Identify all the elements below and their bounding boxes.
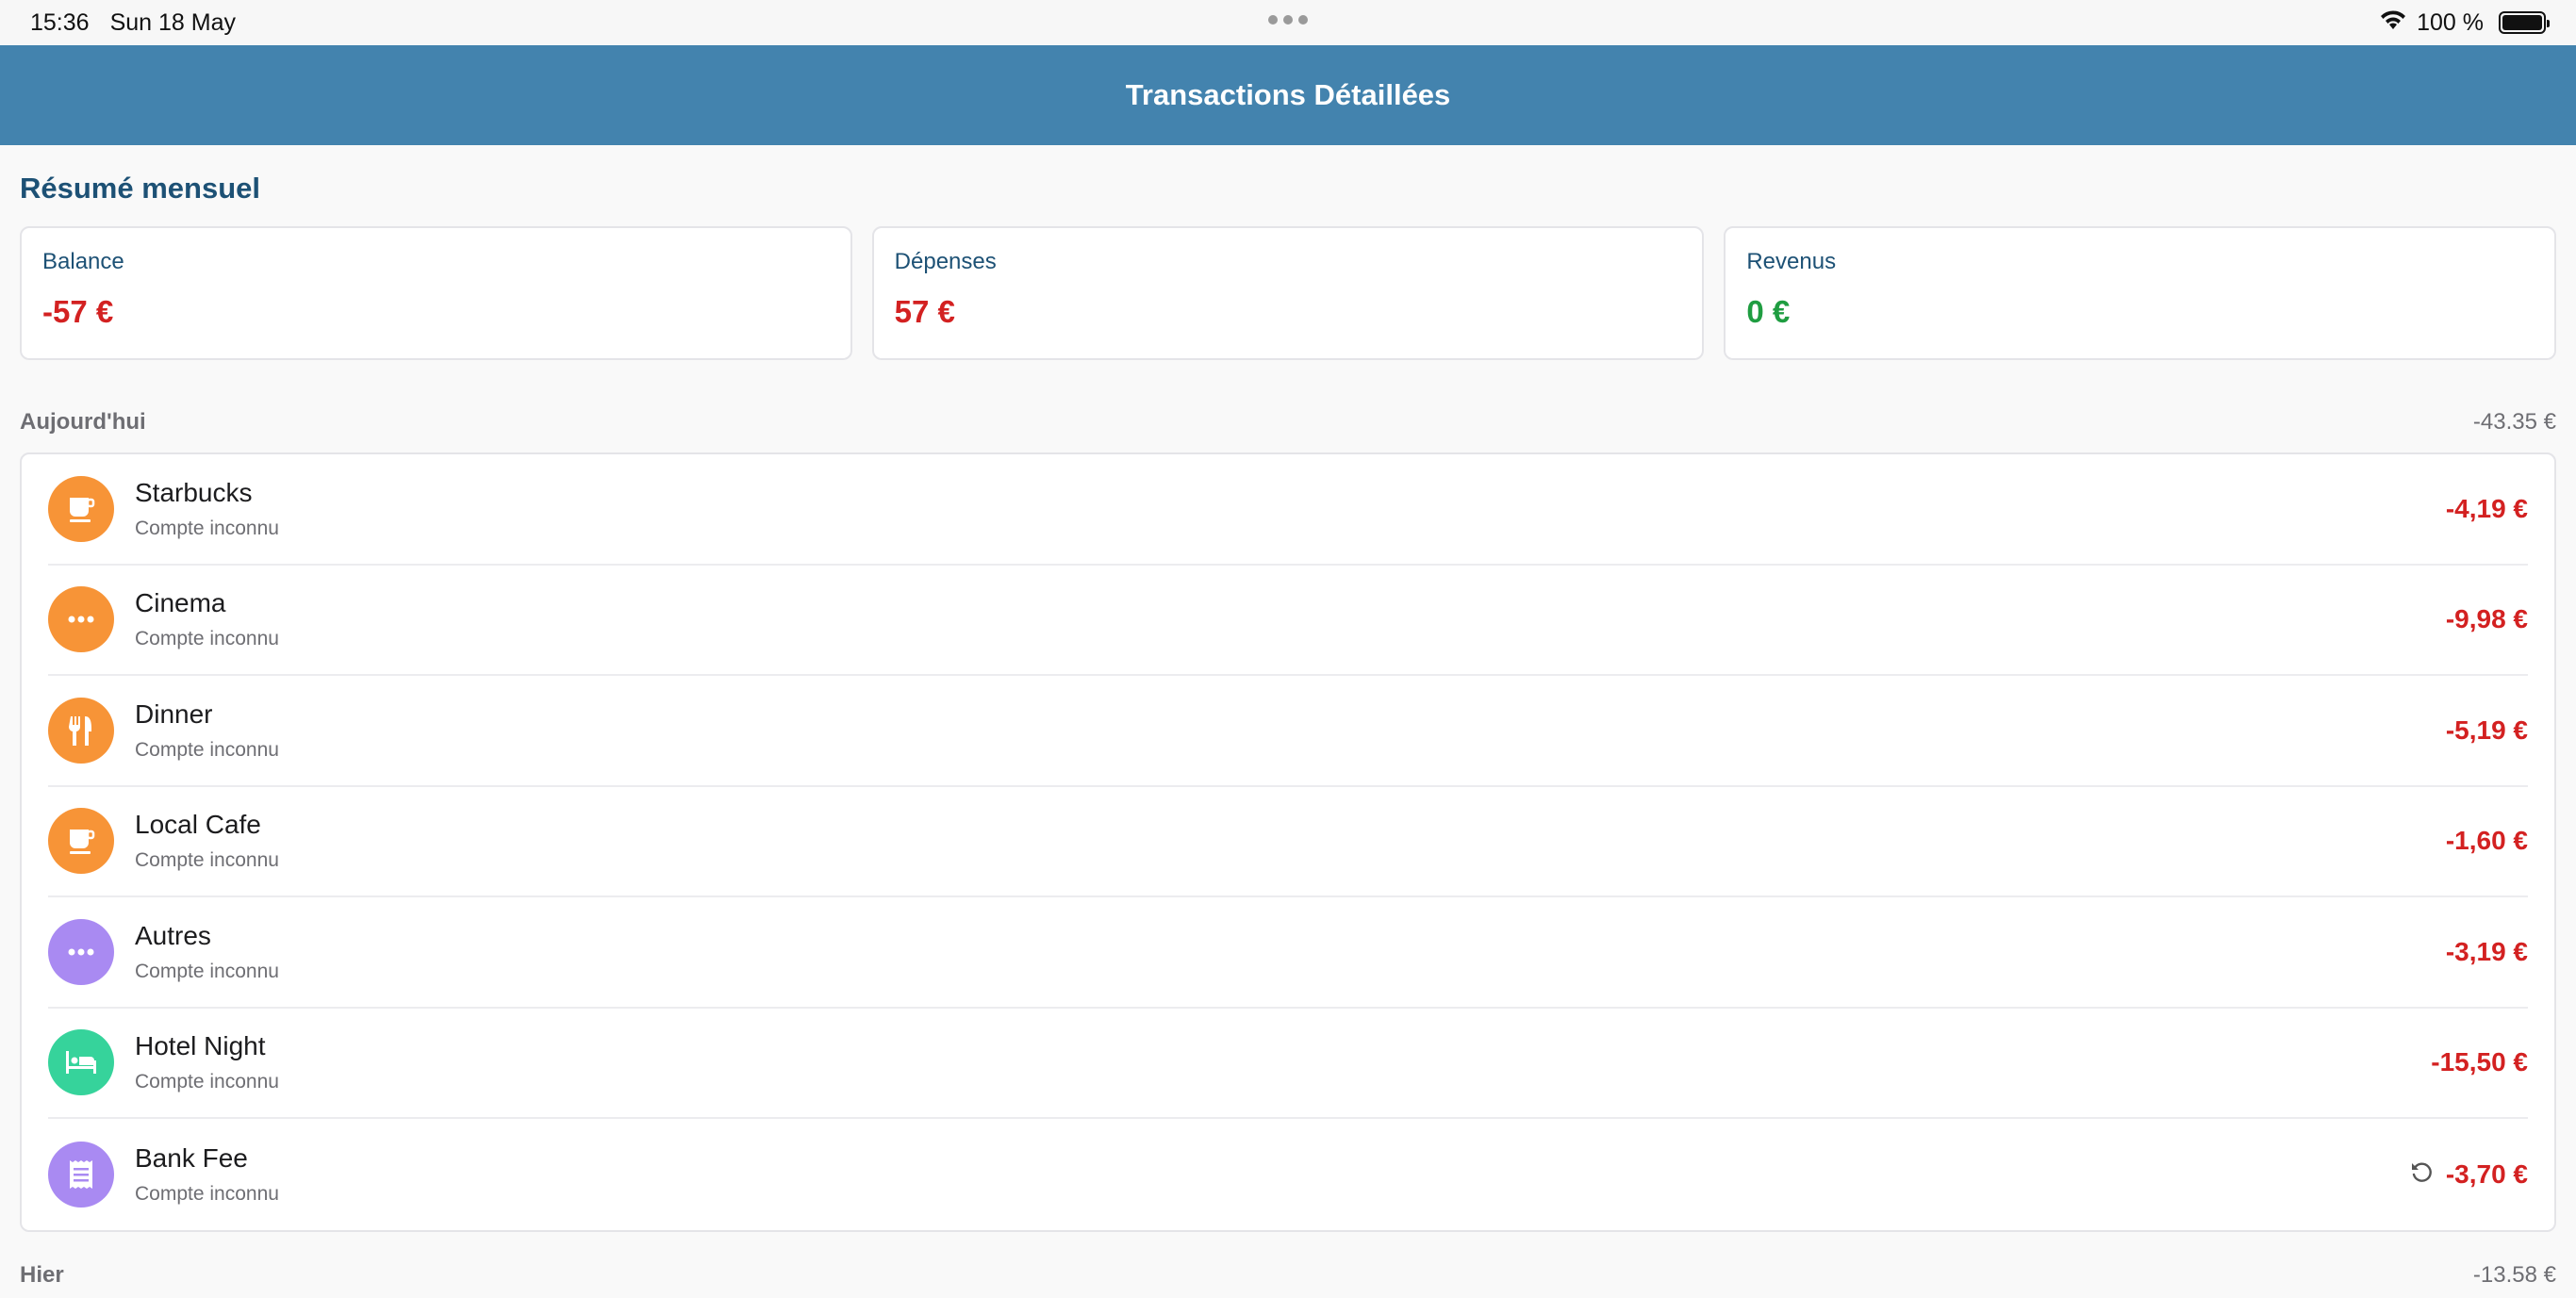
transaction-account: Compte inconnu (135, 960, 279, 982)
transaction-amount: -4,19 € (2445, 493, 2528, 523)
page-title: Transactions Détaillées (1125, 78, 1451, 111)
transaction-row[interactable]: Autres Compte inconnu -3,19 € (48, 897, 2528, 1009)
recurring-icon (2408, 1158, 2435, 1190)
transaction-amount: -3,70 € (2445, 1158, 2528, 1189)
day-label: Hier (20, 1261, 64, 1288)
day-total: -13.58 € (2472, 1261, 2556, 1288)
transaction-amount: -9,98 € (2445, 604, 2528, 634)
transaction-account: Compte inconnu (135, 738, 279, 761)
status-bar: 15:36 Sun 18 May 100 % (0, 0, 2576, 45)
status-time: 15:36 (30, 8, 90, 36)
transaction-account: Compte inconnu (135, 1182, 279, 1205)
transaction-row[interactable]: Cinema Compte inconnu -9,98 € (48, 566, 2528, 676)
summary-card-label: Revenus (1746, 249, 1837, 274)
transaction-amount: -3,19 € (2445, 936, 2528, 966)
transaction-account: Compte inconnu (135, 628, 279, 650)
more-icon (48, 918, 114, 985)
transaction-name: Hotel Night (135, 1031, 266, 1061)
day-label: Aujourd'hui (20, 409, 146, 435)
more-icon (48, 586, 114, 653)
transaction-account: Compte inconnu (135, 849, 279, 872)
transaction-name: Local Cafe (135, 810, 261, 840)
summary-card-value: -57 € (42, 294, 114, 329)
transaction-row[interactable]: Starbucks Compte inconnu -4,19 € (48, 454, 2528, 566)
multitasking-dots-icon[interactable] (1268, 15, 1308, 25)
day-total: -43.35 € (2472, 409, 2556, 435)
summary-title: Résumé mensuel (20, 172, 260, 205)
bed-icon (48, 1029, 114, 1096)
transaction-row[interactable]: Local Cafe Compte inconnu -1,60 € (48, 787, 2528, 897)
coffee-icon (48, 475, 114, 542)
transaction-row[interactable]: Bank Fee Compte inconnu -3,70 € (48, 1119, 2528, 1230)
navigation-bar: Transactions Détaillées (0, 45, 2576, 145)
transaction-account: Compte inconnu (135, 517, 279, 539)
transaction-amount: -15,50 € (2431, 1047, 2528, 1077)
battery-percentage: 100 % (2417, 8, 2484, 36)
fork-knife-icon (48, 697, 114, 764)
transaction-row[interactable]: Hotel Night Compte inconnu -15,50 € (48, 1009, 2528, 1119)
transaction-list: Starbucks Compte inconnu -4,19 € Cinema … (20, 452, 2556, 1232)
day-header-today: Aujourd'hui -43.35 € (20, 409, 2556, 435)
day-header-yesterday: Hier -13.58 € (20, 1262, 2556, 1289)
summary-card-value: 0 € (1746, 294, 1791, 329)
transaction-name: Autres (135, 920, 211, 950)
coffee-icon (48, 808, 114, 875)
battery-icon (2499, 11, 2550, 34)
summary-card-label: Balance (42, 249, 124, 274)
transaction-name: Cinema (135, 588, 226, 618)
summary-cards: Balance -57 € Dépenses 57 € Revenus 0 € (20, 226, 2557, 360)
summary-card-expenses: Dépenses 57 € (871, 226, 1705, 360)
status-date: Sun 18 May (109, 8, 236, 36)
summary-card-value: 57 € (894, 294, 955, 329)
transaction-amount: -1,60 € (2445, 826, 2528, 856)
transaction-name: Starbucks (135, 477, 253, 507)
summary-card-balance: Balance -57 € (20, 226, 852, 360)
main-content: Résumé mensuel Balance -57 € Dépenses 57… (20, 145, 2557, 1289)
transaction-name: Dinner (135, 698, 213, 729)
transaction-row[interactable]: Dinner Compte inconnu -5,19 € (48, 676, 2528, 787)
wifi-icon (2379, 8, 2407, 38)
receipt-icon (48, 1141, 114, 1208)
summary-card-label: Dépenses (894, 249, 997, 274)
transaction-account: Compte inconnu (135, 1071, 279, 1093)
summary-card-income: Revenus 0 € (1724, 226, 2557, 360)
transaction-name: Bank Fee (135, 1142, 248, 1173)
transaction-amount: -5,19 € (2445, 715, 2528, 745)
